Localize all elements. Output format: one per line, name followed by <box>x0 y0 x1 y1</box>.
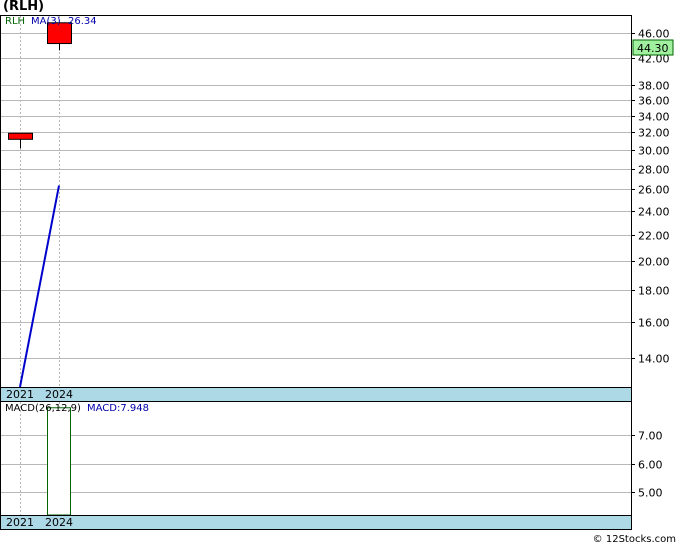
last-price-marker: 44.30 <box>632 39 674 56</box>
macd-bars <box>47 407 71 516</box>
price-y-tick-label: 32.00 <box>638 127 670 140</box>
price-grid-horizontal <box>1 33 631 359</box>
price-panel: 2021 2024 14.00 16.00 18.00 20.00 22.00 24.00 2… <box>0 15 674 402</box>
price-y-tick-label: 24.00 <box>638 206 670 219</box>
last-price-label: 44.30 <box>637 42 669 55</box>
macd-y-tick-label: 5.00 <box>638 487 663 500</box>
legend-ma-value: 26.34 <box>68 16 97 27</box>
price-y-tick-label: 26.00 <box>638 184 670 197</box>
legend-ticker: RLH <box>5 16 25 27</box>
price-grid-vertical <box>20 16 60 387</box>
legend-ma-label: MA(3) <box>31 16 61 27</box>
macd-x-axis-band <box>0 515 632 530</box>
macd-y-axis-labels: 5.00 6.00 7.00 <box>631 430 663 500</box>
macd-y-tick-label: 7.00 <box>638 430 663 443</box>
macd-x-tick-label: 2024 <box>45 516 73 529</box>
price-y-tick-label: 38.00 <box>638 80 670 93</box>
macd-bar-2024 <box>47 407 71 516</box>
price-y-tick-label: 36.00 <box>638 95 670 108</box>
price-y-tick-label: 14.00 <box>638 353 670 366</box>
footer-credit: © 12Stocks.com <box>592 534 676 545</box>
price-x-tick-label: 2024 <box>45 388 73 401</box>
macd-legend-value: MACD:7.948 <box>87 403 149 414</box>
macd-x-tick-label: 2021 <box>6 516 34 529</box>
price-x-tick-label: 2021 <box>6 388 34 401</box>
price-legend: RLH MA(3) 26.34 <box>5 16 97 27</box>
price-y-axis-labels: 14.00 16.00 18.00 20.00 22.00 24.00 26.00 28.00… <box>631 28 670 366</box>
macd-panel-border <box>0 401 632 516</box>
price-y-tick-label: 16.00 <box>638 317 670 330</box>
price-y-tick-label: 46.00 <box>638 28 670 41</box>
ma-line <box>19 185 60 388</box>
price-y-tick-label: 20.00 <box>638 256 670 269</box>
macd-y-tick-label: 6.00 <box>638 459 663 472</box>
stock-chart: 2021 2024 14.00 16.00 18.00 20.00 22.00 24.00 2… <box>0 15 674 530</box>
macd-panel: 2021 2024 5.00 6.00 7.00 MACD(26,12,9) MACD… <box>0 401 663 530</box>
price-y-tick-label: 30.00 <box>638 145 670 158</box>
price-y-tick-label: 18.00 <box>638 285 670 298</box>
price-y-tick-label: 28.00 <box>638 164 670 177</box>
candle-2021 <box>8 132 33 149</box>
price-x-axis-band <box>0 387 632 402</box>
candle-body <box>8 132 33 140</box>
macd-legend-label: MACD(26,12,9) <box>5 403 81 414</box>
macd-grid-horizontal <box>1 435 631 493</box>
price-panel-border <box>0 15 632 388</box>
price-y-tick-label: 34.00 <box>638 111 670 124</box>
price-y-tick-label: 22.00 <box>638 230 670 243</box>
